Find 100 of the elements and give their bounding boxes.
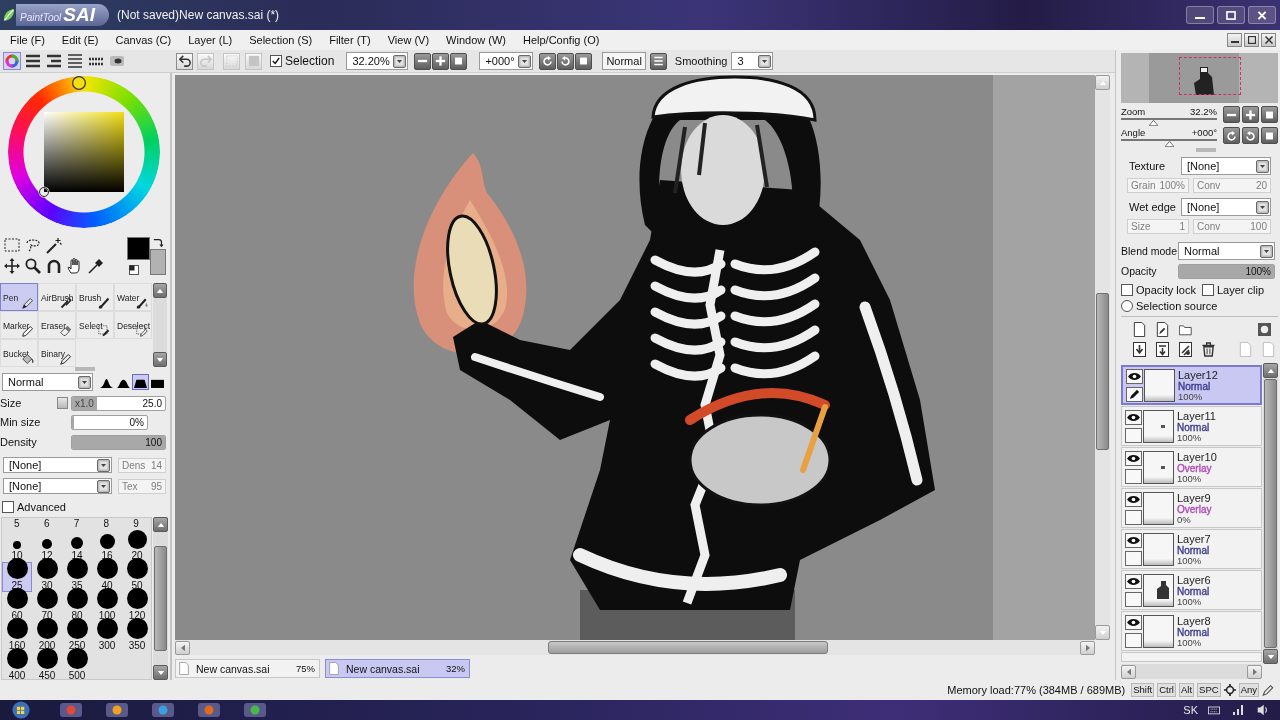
maximize-button[interactable] bbox=[1217, 6, 1245, 24]
brush-size-option[interactable]: 400 bbox=[2, 652, 32, 682]
visibility-toggle[interactable] bbox=[1125, 573, 1142, 589]
brush-size-option[interactable]: 40 bbox=[92, 562, 122, 592]
color-mode-tab[interactable] bbox=[45, 52, 63, 70]
zoom-out-button[interactable] bbox=[1223, 106, 1240, 123]
color-mode-tab[interactable] bbox=[3, 52, 21, 70]
eyedropper-button[interactable] bbox=[87, 257, 104, 274]
layer-row[interactable]: Layer7 Normal 100% bbox=[1121, 529, 1262, 569]
transfer-down-button[interactable] bbox=[1131, 341, 1147, 358]
scrollbar-track[interactable] bbox=[1095, 75, 1110, 640]
rotate-left-button[interactable] bbox=[1223, 127, 1240, 144]
selection-source-radio[interactable] bbox=[1121, 300, 1133, 312]
scrollbar-thumb[interactable] bbox=[1096, 293, 1109, 450]
brush-size-option[interactable]: 300 bbox=[92, 622, 122, 652]
rotate-left-button[interactable] bbox=[539, 52, 557, 70]
document-tab[interactable]: New canvas.sai 32% bbox=[325, 659, 470, 678]
swap-arrow-icon[interactable] bbox=[153, 237, 164, 248]
scrollbar-thumb[interactable] bbox=[548, 641, 828, 654]
brush-size-option[interactable]: 120 bbox=[122, 592, 152, 622]
brush-size-option[interactable]: 80 bbox=[62, 592, 92, 622]
brush-size-option[interactable]: 200 bbox=[32, 622, 62, 652]
navigator-preview[interactable] bbox=[1121, 53, 1278, 103]
scroll-up-button[interactable] bbox=[153, 517, 168, 532]
menu-item[interactable]: Filter (T) bbox=[329, 34, 371, 46]
brush-size-option[interactable]: 100 bbox=[92, 592, 122, 622]
rotate-right-button[interactable] bbox=[557, 52, 575, 70]
smoothing-dropdown[interactable]: 3 bbox=[731, 52, 774, 70]
brush-size-option[interactable]: 50 bbox=[122, 562, 152, 592]
new-linework-layer-button[interactable] bbox=[1154, 321, 1170, 338]
speaker-icon[interactable] bbox=[1256, 704, 1268, 716]
restore-document-button[interactable] bbox=[1244, 33, 1259, 47]
zoom-out-button[interactable] bbox=[414, 52, 432, 70]
scroll-left-button[interactable] bbox=[1121, 664, 1136, 679]
brush-size-option[interactable]: 60 bbox=[2, 592, 32, 622]
blend-mode-dropdown[interactable]: Normal bbox=[1178, 242, 1275, 260]
brush-size-option[interactable]: 12 bbox=[32, 532, 62, 562]
merge-down-button[interactable] bbox=[1154, 341, 1170, 358]
lines-button[interactable] bbox=[649, 52, 667, 70]
color-mode-tab[interactable] bbox=[66, 52, 84, 70]
brush-blend-dropdown[interactable]: Normal bbox=[2, 373, 93, 391]
menu-item[interactable]: File (F) bbox=[10, 34, 45, 46]
layer-mask-button[interactable] bbox=[1256, 321, 1272, 338]
start-orb-icon[interactable] bbox=[12, 701, 30, 719]
setting-dropdown[interactable]: [None] bbox=[1181, 157, 1271, 175]
angle-dropdown[interactable]: +000° bbox=[479, 52, 534, 70]
lasso-button[interactable] bbox=[24, 237, 41, 254]
scroll-right-button[interactable] bbox=[1080, 640, 1095, 655]
keyboard-icon[interactable] bbox=[1208, 704, 1220, 716]
brush-size-option[interactable]: 160 bbox=[2, 622, 32, 652]
menu-item[interactable]: Help/Config (O) bbox=[522, 34, 600, 46]
delete-layer-button[interactable] bbox=[1200, 341, 1216, 358]
brush-size-option[interactable]: 16 bbox=[92, 532, 122, 562]
document-tab[interactable]: New canvas.sai 75% bbox=[175, 659, 320, 678]
brush-size-option[interactable]: 30 bbox=[32, 562, 62, 592]
min-size-slider[interactable]: 0% bbox=[71, 414, 148, 430]
scroll-up-button[interactable] bbox=[153, 283, 167, 298]
signal-bars-icon[interactable] bbox=[1232, 704, 1244, 716]
color-marker-icon[interactable] bbox=[38, 186, 50, 198]
menu-item[interactable]: Layer (L) bbox=[188, 34, 233, 46]
minimize-button[interactable] bbox=[1186, 6, 1214, 24]
scrollbar-thumb[interactable] bbox=[154, 546, 167, 651]
scrollbar-thumb[interactable] bbox=[1264, 379, 1277, 648]
hand-button[interactable] bbox=[66, 257, 83, 274]
scrollbar-track[interactable] bbox=[153, 283, 167, 367]
size-range-button[interactable] bbox=[57, 397, 68, 409]
brush-size-option[interactable]: 20 bbox=[122, 532, 152, 562]
scrollbar-track[interactable] bbox=[153, 517, 168, 680]
visibility-toggle[interactable] bbox=[1125, 532, 1142, 548]
close-document-button[interactable] bbox=[1261, 33, 1276, 47]
reset-rotation-button[interactable] bbox=[575, 52, 593, 70]
hue-marker-icon[interactable] bbox=[72, 76, 86, 90]
view-frame[interactable] bbox=[1179, 57, 1241, 95]
taskbar-app-icon[interactable] bbox=[152, 703, 174, 717]
scrollbar-track[interactable] bbox=[1263, 363, 1278, 664]
layer-clip-checkbox[interactable] bbox=[1201, 284, 1214, 296]
brush-size-option[interactable]: 35 bbox=[62, 562, 92, 592]
visibility-toggle[interactable] bbox=[1125, 409, 1142, 425]
clear-layer-button[interactable] bbox=[1177, 341, 1193, 358]
reset-rotation-button[interactable] bbox=[1261, 127, 1278, 144]
brush-size-option[interactable]: 14 bbox=[62, 532, 92, 562]
brush-size-option[interactable]: 250 bbox=[62, 622, 92, 652]
secondary-color-swatch[interactable] bbox=[150, 249, 166, 275]
menu-item[interactable]: Selection (S) bbox=[249, 34, 313, 46]
layer-row[interactable]: Layer8 Normal 100% bbox=[1121, 611, 1262, 651]
blend-mode-button[interactable]: Normal bbox=[602, 52, 646, 70]
scroll-right-button[interactable] bbox=[1247, 664, 1262, 679]
scroll-down-button[interactable] bbox=[1263, 649, 1278, 664]
advanced-checkbox[interactable] bbox=[2, 501, 14, 513]
brush-tip-button[interactable] bbox=[132, 374, 149, 390]
brush-size-option[interactable]: 500 bbox=[62, 652, 92, 682]
rotate-right-button[interactable] bbox=[1242, 127, 1259, 144]
zoom-in-button[interactable] bbox=[1242, 106, 1259, 123]
tool-button[interactable]: Bucket bbox=[0, 339, 38, 367]
opacity-lock-checkbox[interactable] bbox=[1121, 284, 1133, 296]
menu-item[interactable]: Edit (E) bbox=[61, 34, 99, 46]
brush-size-option[interactable]: 70 bbox=[32, 592, 62, 622]
size-slider[interactable]: x1.0 25.0 bbox=[71, 395, 166, 411]
scroll-down-button[interactable] bbox=[153, 665, 168, 680]
visibility-toggle[interactable] bbox=[1125, 450, 1142, 466]
